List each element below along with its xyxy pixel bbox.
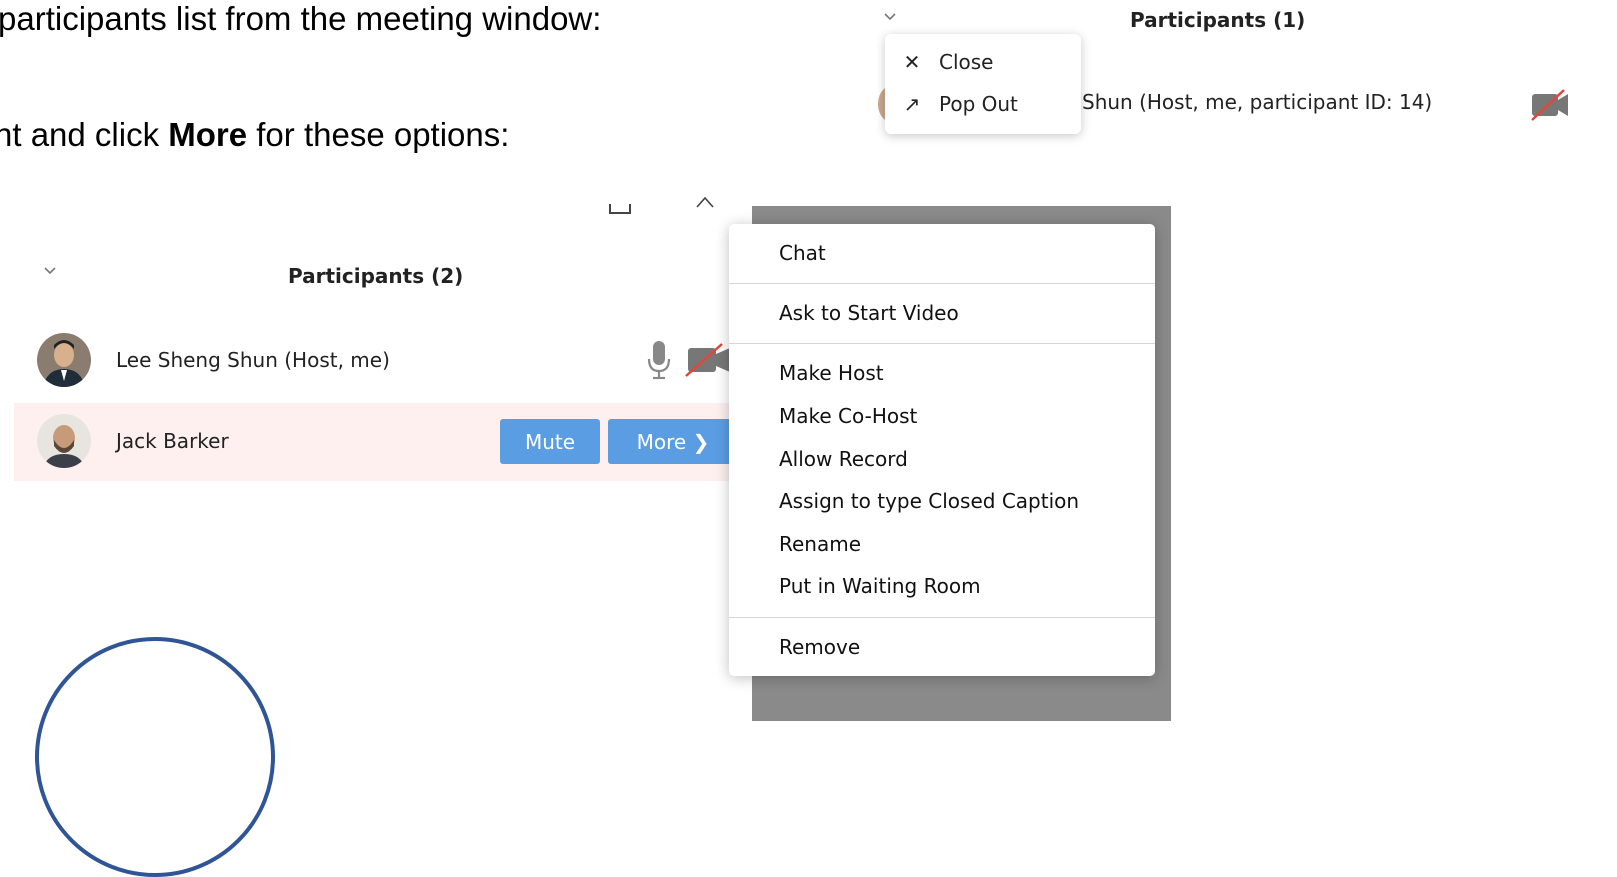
avatar [37,414,91,468]
minimize-icon[interactable] [609,204,631,214]
close-icon: ✕ [903,50,921,74]
slide-text-line1: participants list from the meeting windo… [0,0,602,37]
menu-divider [729,283,1155,284]
chevron-down-icon[interactable] [42,264,58,282]
slide-text-more-bold: More [168,116,248,153]
participant-name: Lee Sheng Shun (Host, me) [116,348,390,372]
menu-item-make-co-host[interactable]: Make Co-Host [779,404,917,428]
menu-item-put-in-waiting-room[interactable]: Put in Waiting Room [779,574,981,598]
microphone-icon[interactable] [646,339,672,386]
menu-divider [729,343,1155,344]
menu-item-pop-out-label: Pop Out [939,92,1018,116]
chevron-down-icon[interactable] [882,10,898,28]
avatar [37,333,91,387]
menu-item-close-label: Close [939,50,994,74]
panel-options-menu: ✕ Close ↗ Pop Out [885,34,1081,134]
menu-item-remove[interactable]: Remove [779,635,860,659]
menu-item-chat[interactable]: Chat [779,241,826,265]
menu-item-make-host[interactable]: Make Host [779,361,884,385]
participant-row[interactable]: Lee Sheng Shun (Host, me) [14,322,730,400]
menu-item-close[interactable]: ✕ Close [901,50,994,74]
participant-context-menu: Chat Ask to Start Video Make Host Make C… [729,224,1155,676]
menu-item-assign-closed-caption[interactable]: Assign to type Closed Caption [779,489,1079,513]
pop-out-arrow-icon: ↗ [903,92,921,116]
camera-off-icon[interactable] [1528,86,1568,129]
menu-item-rename[interactable]: Rename [779,532,861,556]
mute-button[interactable]: Mute [500,419,600,464]
menu-item-pop-out[interactable]: ↗ Pop Out [901,92,1018,116]
menu-item-allow-record[interactable]: Allow Record [779,447,908,471]
participant-name: Jack Barker [116,429,229,453]
slide-text-line2-suffix: for these options: [247,116,510,153]
menu-divider [729,617,1155,618]
decorative-circle [35,637,275,877]
slide-text-line2-prefix: nt and click [0,116,169,153]
top-participant-name: Shun (Host, me, participant ID: 14) [1082,90,1433,114]
participants-panel-title: Participants (2) [288,264,464,288]
top-panel-title: Participants (1) [1130,8,1306,32]
participant-row[interactable]: Jack Barker Mute More ❯ [14,403,738,481]
camera-off-icon[interactable] [684,342,730,383]
menu-item-ask-to-start-video[interactable]: Ask to Start Video [779,301,959,325]
more-button[interactable]: More ❯ [608,419,738,464]
slide-text-line2: nt and click More for these options: [0,116,509,154]
collapse-icon[interactable] [694,192,716,215]
